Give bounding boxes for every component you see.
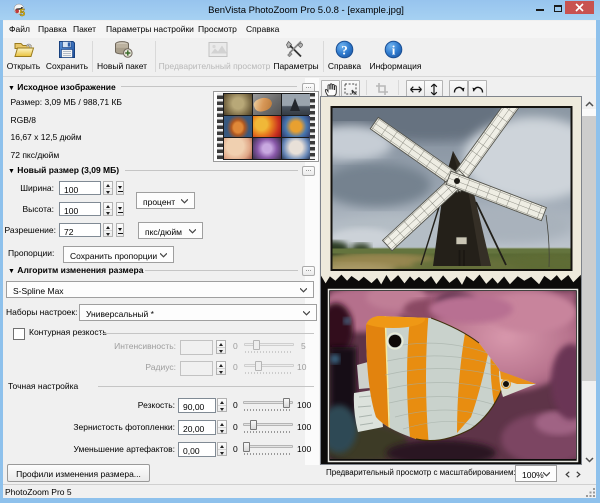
- svg-text:5: 5: [20, 8, 26, 17]
- svg-text:?: ?: [341, 43, 348, 58]
- svg-text:i: i: [392, 43, 396, 58]
